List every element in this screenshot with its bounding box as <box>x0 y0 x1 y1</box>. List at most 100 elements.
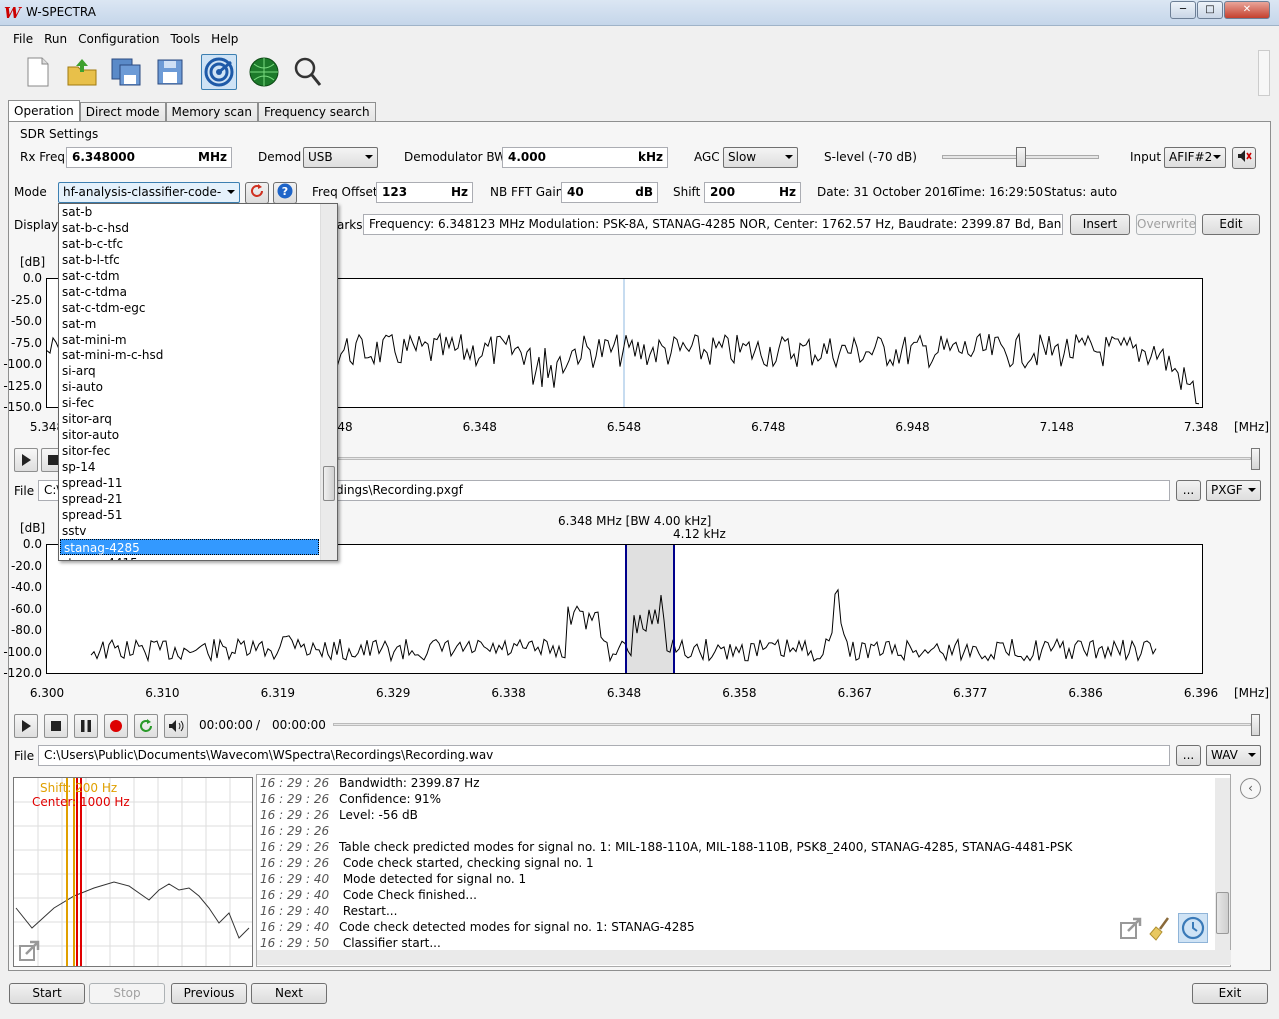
dropdown-item[interactable]: sat-c-tdm-egc <box>59 300 337 316</box>
browse-button-2[interactable]: ... <box>1176 745 1201 766</box>
dropdown-item[interactable]: stanag-4415 <box>59 555 337 560</box>
mode-dropdown-list[interactable]: sat-b sat-b-c-hsd sat-b-c-tfc sat-b-l-tfc sa… <box>58 203 338 561</box>
dropdown-item[interactable]: spread-21 <box>59 491 337 507</box>
next-button[interactable]: Next <box>251 983 327 1004</box>
file-path-input-2[interactable]: C:\Users\Public\Documents\Wavecom\WSpect… <box>38 745 1170 766</box>
dropdown-scrollbar[interactable] <box>320 204 337 560</box>
menu-tools[interactable]: Tools <box>166 30 207 48</box>
dropdown-item[interactable]: sat-b-c-tfc <box>59 236 337 252</box>
dropdown-item[interactable]: sp-14 <box>59 459 337 475</box>
log-popout-icon[interactable] <box>1118 915 1144 941</box>
narrow-x-tick: 6.386 <box>1068 686 1103 700</box>
dropdown-item[interactable]: sitor-auto <box>59 427 337 443</box>
close-button[interactable]: ✕ <box>1224 1 1270 19</box>
seek-track-1[interactable] <box>338 457 1251 460</box>
dropdown-item[interactable]: sitor-arq <box>59 411 337 427</box>
menu-configuration[interactable]: Configuration <box>73 30 165 48</box>
format-select-2[interactable]: WAV <box>1206 745 1261 766</box>
log-vertical-scrollbar[interactable] <box>1215 778 1230 950</box>
wide-y-tick: -125.0 <box>3 378 42 393</box>
s-level-slider[interactable] <box>1016 147 1026 167</box>
demod-bw-input[interactable]: 4.000 kHz <box>502 147 668 168</box>
seek-thumb-1[interactable] <box>1251 448 1260 470</box>
dropdown-item[interactable]: sitor-fec <box>59 443 337 459</box>
nb-fft-gain-input[interactable]: 40 dB <box>561 182 658 203</box>
rx-freq-input[interactable]: 6.348000 MHz <box>66 147 232 168</box>
record-button[interactable] <box>104 714 128 738</box>
remarks-input[interactable]: Frequency: 6.348123 MHz Modulation: PSK-… <box>363 214 1063 235</box>
agc-select[interactable]: Slow <box>723 147 798 168</box>
log-scroll-thumb[interactable] <box>1216 892 1229 934</box>
mode-select[interactable]: hf-analysis-classifier-code-che <box>58 182 240 218</box>
collapse-side-panel-icon[interactable]: ‹ <box>1240 778 1261 799</box>
narrow-plot-ylabel: [dB] <box>20 521 46 535</box>
refresh-mode-button[interactable] <box>245 182 269 204</box>
search-icon[interactable] <box>290 54 326 90</box>
dropdown-item[interactable]: spread-51 <box>59 507 337 523</box>
save-button[interactable] <box>152 54 188 90</box>
radar-scan-button[interactable] <box>201 54 237 90</box>
narrow-spectrum-plot[interactable] <box>46 544 1203 674</box>
dropdown-item[interactable]: sat-c-tdma <box>59 284 337 300</box>
shift-input[interactable]: 200 Hz <box>704 182 801 203</box>
dropdown-item[interactable]: si-arq <box>59 363 337 379</box>
demod-select[interactable]: USB <box>303 147 378 168</box>
dropdown-item[interactable]: sat-b-l-tfc <box>59 252 337 268</box>
window-title: W-SPECTRA <box>26 5 96 19</box>
spectrum-radar-button[interactable] <box>246 54 282 90</box>
start-button[interactable]: Start <box>9 983 85 1004</box>
previous-button[interactable]: Previous <box>171 983 247 1004</box>
tab-frequency-search[interactable]: Frequency search <box>257 102 376 122</box>
toolbar-scrollbar[interactable] <box>1258 50 1270 96</box>
volume-button[interactable] <box>164 714 188 738</box>
new-file-button[interactable] <box>20 54 56 90</box>
dropdown-item[interactable]: sat-mini-m-c-hsd <box>59 347 337 363</box>
loop-button[interactable] <box>134 714 158 738</box>
log-horizontal-scrollbar[interactable] <box>257 950 1231 965</box>
minimize-button[interactable]: ─ <box>1170 1 1196 19</box>
pause-button[interactable] <box>74 714 98 738</box>
dropdown-item[interactable]: si-auto <box>59 379 337 395</box>
menu-file[interactable]: File <box>8 30 39 48</box>
save-all-button[interactable] <box>108 54 144 90</box>
dropdown-item[interactable]: spread-11 <box>59 475 337 491</box>
dropdown-item[interactable]: sat-b-c-hsd <box>59 220 337 236</box>
dropdown-item[interactable]: sat-c-tdm <box>59 268 337 284</box>
tab-memory-scan[interactable]: Memory scan <box>165 102 258 122</box>
freq-offset-input[interactable]: 123 Hz <box>376 182 473 203</box>
format-select-1[interactable]: PXGF <box>1206 480 1261 501</box>
menu-run[interactable]: Run <box>39 30 73 48</box>
browse-button-1[interactable]: ... <box>1176 480 1201 501</box>
log-timestamp: 16 : 29 : 26 <box>260 824 330 838</box>
play-button-2[interactable] <box>14 714 38 738</box>
seek-track-2[interactable] <box>333 723 1251 726</box>
play-button-1[interactable] <box>14 448 38 472</box>
dropdown-item[interactable]: si-fec <box>59 395 337 411</box>
tab-operation[interactable]: Operation <box>8 100 80 122</box>
dropdown-scroll-thumb[interactable] <box>323 466 335 501</box>
edit-button[interactable]: Edit <box>1202 214 1260 235</box>
wide-y-tick: -150.0 <box>3 400 42 414</box>
menu-help[interactable]: Help <box>206 30 244 48</box>
seek-thumb-2[interactable] <box>1251 714 1260 736</box>
dropdown-item[interactable]: stanag-4285 <box>60 538 319 555</box>
dropdown-item[interactable]: sat-b <box>59 204 337 220</box>
clear-log-broom-icon[interactable] <box>1148 915 1174 941</box>
tab-direct-mode[interactable]: Direct mode <box>79 102 166 122</box>
log-timestamp-clock-icon[interactable] <box>1178 913 1208 943</box>
input-select[interactable]: AFIF#2 <box>1164 147 1226 168</box>
log-row: 16 : 29 : 26 Confidence: 91% <box>257 791 1230 807</box>
stop-button-2[interactable] <box>44 714 68 738</box>
wide-y-tick: -75.0 <box>10 335 42 350</box>
open-folder-button[interactable] <box>64 54 100 90</box>
exit-button[interactable]: Exit <box>1192 983 1268 1004</box>
audio-spectrum-mini-plot[interactable]: Shift: 200 Hz Center: 1000 Hz <box>13 777 253 967</box>
help-mode-button[interactable]: ? <box>273 182 297 204</box>
dropdown-item[interactable]: sstv <box>59 523 337 539</box>
dropdown-item[interactable]: sat-m <box>59 316 337 332</box>
maximize-button[interactable]: □ <box>1197 1 1223 19</box>
popout-icon[interactable] <box>18 940 40 962</box>
mute-button[interactable] <box>1232 147 1256 169</box>
dropdown-item[interactable]: sat-mini-m <box>59 332 337 348</box>
insert-button[interactable]: Insert <box>1070 214 1130 235</box>
